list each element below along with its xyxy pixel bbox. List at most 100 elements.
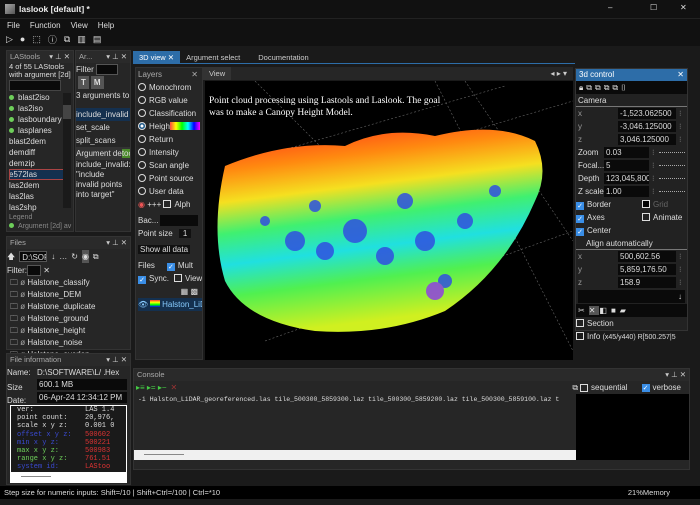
view-checkbox[interactable] (174, 274, 183, 282)
layer-option[interactable]: Heigh (138, 120, 202, 133)
layer-option[interactable]: Intensity (138, 146, 202, 159)
file-item[interactable]: 🗀 ø Halstone_DEM (7, 289, 130, 301)
info-icon[interactable]: ⓘ (48, 33, 57, 46)
copy-icon[interactable]: ⧉ (572, 381, 578, 394)
filter-input[interactable] (27, 265, 41, 277)
radio-button[interactable] (138, 148, 146, 156)
radio-button[interactable] (138, 187, 146, 195)
spinner[interactable]: ⁝ (679, 120, 682, 133)
numeric-input[interactable]: 5 (604, 160, 649, 171)
tool-item[interactable]: las2iso (9, 103, 65, 114)
view-nav-icons[interactable]: ◂ ▸ ▾ (551, 69, 568, 78)
panel-controls[interactable]: ▾ ⊥ ✕ (106, 51, 130, 63)
radio-button[interactable] (138, 135, 146, 143)
spinner[interactable]: ⁝ (679, 276, 682, 289)
minimize-button[interactable]: – (608, 3, 612, 12)
numeric-input[interactable]: -1,523.062500 (618, 108, 676, 119)
camera-icon[interactable]: ⌷ (621, 83, 629, 92)
down-arrow-icon[interactable]: ↓ (51, 250, 55, 263)
book-icon[interactable]: ▥ (77, 34, 86, 45)
spinner[interactable]: ⁝ (679, 107, 682, 120)
file-item[interactable]: 🗀 ø Halstone_noise (7, 337, 130, 349)
radio-button[interactable] (138, 96, 146, 104)
center-checkbox[interactable]: ✓ (576, 228, 584, 236)
radio-button[interactable] (138, 83, 146, 91)
layer-option[interactable]: Classification (138, 107, 202, 120)
file-layer-item[interactable]: 👁 Halston_LiD (138, 298, 202, 311)
cube-icon[interactable]: ⧉ (64, 34, 70, 45)
numeric-input[interactable]: 3,046.125000 (618, 134, 676, 145)
more-colors[interactable]: +++ (147, 200, 161, 209)
numeric-input[interactable]: 1.00 (604, 186, 649, 197)
tab-documentation[interactable]: Documentation (252, 51, 314, 64)
argument-item[interactable]: include_invalid (76, 108, 130, 121)
point-size-input[interactable]: 1 (178, 229, 192, 238)
panel-controls[interactable]: ▾ ⊥ ✕ (665, 369, 689, 381)
hex-button[interactable]: Hex (105, 368, 119, 377)
grid-checkbox[interactable] (642, 200, 650, 208)
argument-item[interactable]: set_scale (76, 121, 130, 134)
numeric-input[interactable]: -3,046.125000 (618, 121, 676, 132)
console-scrollbar[interactable] (134, 450, 576, 460)
file-item[interactable]: 🗀 ø Halstone_classify (7, 277, 130, 289)
close-icon[interactable]: ✕ (677, 69, 687, 81)
t-button[interactable]: T (78, 76, 89, 89)
spinner[interactable]: ⁝ (652, 159, 655, 172)
menu-file[interactable]: File (7, 19, 20, 32)
verbose-checkbox[interactable]: ✓ (641, 383, 650, 392)
cube-view-icon[interactable]: ⧉⧉⧉⧉ (586, 83, 621, 92)
tab-argument-select[interactable]: Argument select (180, 51, 246, 64)
spinner[interactable]: ⁝ (679, 263, 682, 276)
eye-icon[interactable]: 👁 (138, 300, 148, 309)
menu-help[interactable]: Help (98, 19, 114, 32)
slider[interactable] (658, 164, 685, 167)
section-shape-icons[interactable]: ◧■▰ (599, 306, 630, 315)
scissors-icon[interactable]: ✂ (578, 306, 589, 315)
doc-icon[interactable]: ▤ (93, 34, 102, 45)
coordinate-input[interactable]: ↓ (578, 290, 685, 303)
3d-viewport[interactable]: Point cloud processing using Lastools an… (205, 81, 573, 360)
record-icon[interactable]: ● (20, 34, 25, 44)
show-all-data-button[interactable]: Show all data (138, 245, 191, 254)
spinner[interactable]: ⁝ (652, 172, 655, 185)
run-icon[interactable]: ▷ (6, 34, 13, 45)
layer-option[interactable]: User data (138, 185, 202, 198)
layer-option[interactable]: Point source (138, 172, 202, 185)
sequential-checkbox[interactable] (580, 383, 589, 392)
stop-icon[interactable]: ✕ (171, 381, 178, 394)
slider[interactable] (658, 190, 685, 193)
numeric-input[interactable]: 0.03 (604, 147, 649, 158)
height-colormap-swatch[interactable] (169, 122, 200, 130)
axes-checkbox[interactable]: ✓ (576, 215, 584, 223)
menu-function[interactable]: Function (30, 19, 61, 32)
up-arrow-icon[interactable]: 🡅 (7, 250, 15, 263)
info-checkbox[interactable] (576, 332, 584, 340)
mult-checkbox[interactable]: ✓ (166, 263, 175, 271)
horizontal-scrollbar[interactable] (21, 476, 51, 477)
tab-view[interactable]: View (203, 67, 232, 80)
panel-controls[interactable]: ▾ ⊥ ✕ (106, 354, 130, 366)
layer-option[interactable]: Return (138, 133, 202, 146)
layer-option[interactable]: RGB value (138, 94, 202, 107)
menu-view[interactable]: View (71, 19, 88, 32)
slider[interactable] (658, 151, 685, 154)
argument-item[interactable]: split_scans (76, 134, 130, 147)
numeric-input[interactable]: 158.9 (618, 277, 676, 288)
numeric-input[interactable]: 500,602.56 (618, 251, 676, 262)
radio-button[interactable] (138, 109, 146, 117)
console-output[interactable]: -i Halston_LiDAR_georeferenced.las tile_… (134, 394, 576, 450)
radio-button[interactable] (138, 122, 146, 130)
color-wheel-icon[interactable]: ◉ (138, 200, 145, 209)
run-console-icons[interactable]: ▸≡ ▸= ▸− (136, 381, 167, 394)
align-automatically-button[interactable]: Align automatically (576, 237, 687, 250)
spinner[interactable]: ⁝ (679, 133, 682, 146)
tool-item[interactable]: lasplanes (9, 125, 65, 136)
eye-icon[interactable]: ◉ (81, 250, 89, 263)
section-checkbox[interactable] (576, 319, 584, 327)
radio-button[interactable] (138, 174, 146, 182)
alpha-checkbox[interactable] (163, 200, 172, 208)
grid-large-icon[interactable]: ▦ (181, 287, 189, 296)
tool-item[interactable]: demdiff (9, 147, 65, 158)
tool-item[interactable]: e572las (9, 169, 65, 180)
layer-option[interactable]: Monochrom (138, 81, 202, 94)
